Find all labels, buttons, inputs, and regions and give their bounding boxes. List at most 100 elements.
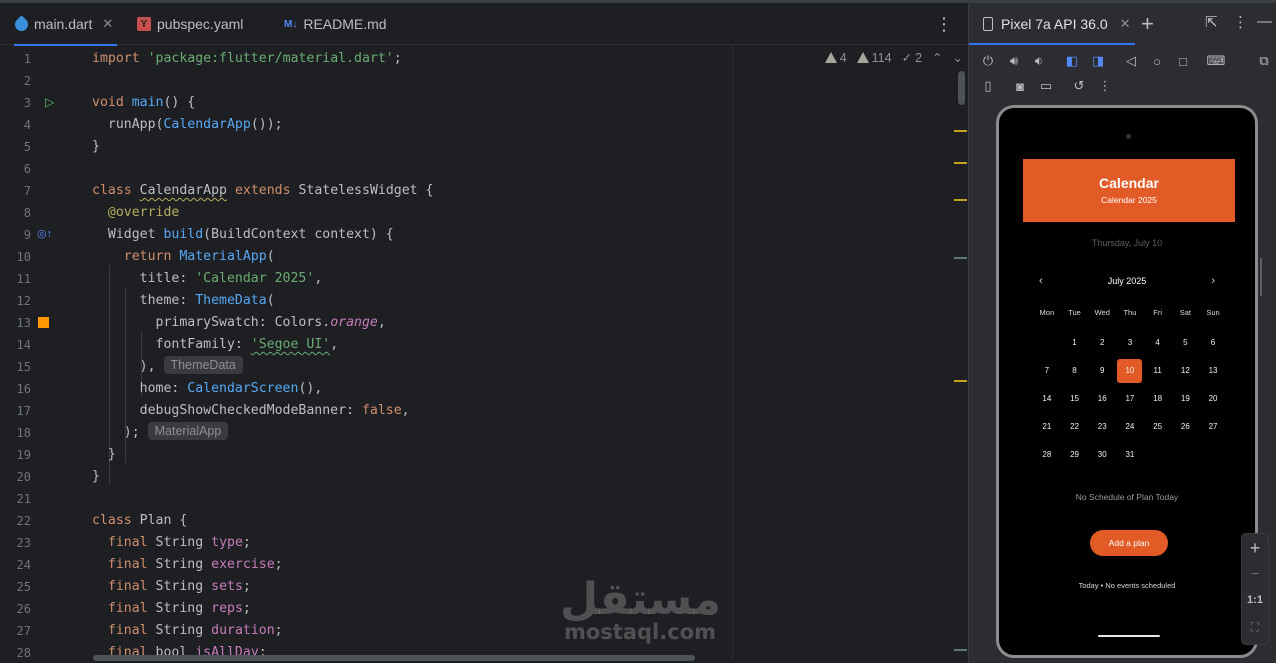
- calendar-day[interactable]: 15: [1061, 388, 1089, 410]
- device-screen[interactable]: Calendar Calendar 2025 Thursday, July 10…: [1003, 112, 1251, 651]
- line-gutter[interactable]: 1 2 3 4 5 6 7 8 9 10 11 12 13 14 15 16 17 18 19 20 21 22 23 24 2…: [0, 45, 80, 660]
- line-number[interactable]: 2: [0, 70, 31, 92]
- line-number[interactable]: 3: [0, 92, 31, 114]
- calendar-day[interactable]: 3: [1116, 332, 1144, 354]
- keyboard-icon[interactable]: ⌨: [1207, 52, 1226, 70]
- minimize-icon[interactable]: —: [1257, 13, 1272, 30]
- code-area[interactable]: import 'package:flutter/material.dart'; …: [80, 45, 730, 659]
- line-number[interactable]: 28: [0, 642, 31, 663]
- calendar-day[interactable]: 8: [1061, 360, 1089, 382]
- add-device-icon[interactable]: +: [1141, 11, 1154, 37]
- next-highlight-icon[interactable]: ⌄: [953, 50, 963, 65]
- calendar-day[interactable]: 23: [1088, 416, 1116, 438]
- volume-down-icon[interactable]: 🔉︎: [1030, 52, 1048, 70]
- vertical-scrollbar[interactable]: [958, 71, 965, 105]
- error-stripe-mark[interactable]: [954, 199, 967, 201]
- tab-pubspec-yaml[interactable]: Y pubspec.yaml: [137, 3, 243, 45]
- calendar-day[interactable]: 26: [1172, 416, 1200, 438]
- line-number[interactable]: 19: [0, 444, 31, 466]
- mirror-icon[interactable]: ⧉: [1255, 52, 1273, 70]
- line-number[interactable]: 15: [0, 356, 31, 378]
- line-number[interactable]: 4: [0, 114, 31, 136]
- overview-icon[interactable]: □: [1174, 52, 1192, 70]
- typos-count[interactable]: ✓ 2: [902, 50, 922, 66]
- tab-pixel-7a[interactable]: Pixel 7a API 36.0 ✕: [969, 3, 1135, 45]
- screenshot-icon[interactable]: ◙: [1011, 77, 1029, 95]
- line-number[interactable]: 24: [0, 554, 31, 576]
- line-number[interactable]: 17: [0, 400, 31, 422]
- error-stripe-mark[interactable]: [954, 130, 967, 132]
- calendar-day[interactable]: 17: [1116, 388, 1144, 410]
- horizontal-scrollbar[interactable]: [93, 655, 695, 661]
- calendar-day[interactable]: 9: [1088, 360, 1116, 382]
- calendar-day[interactable]: 31: [1116, 444, 1144, 466]
- calendar-day[interactable]: 5: [1172, 332, 1200, 354]
- close-icon[interactable]: ✕: [1120, 16, 1131, 32]
- calendar-day[interactable]: 6: [1199, 332, 1227, 354]
- line-number[interactable]: 9: [0, 224, 31, 246]
- line-number[interactable]: 16: [0, 378, 31, 400]
- screen-record-icon[interactable]: ▭: [1037, 77, 1055, 95]
- more-icon[interactable]: ⋮: [1096, 77, 1114, 95]
- line-number[interactable]: 21: [0, 488, 31, 510]
- calendar-day[interactable]: 4: [1144, 332, 1172, 354]
- line-number[interactable]: 18: [0, 422, 31, 444]
- calendar-day[interactable]: 16: [1088, 388, 1116, 410]
- calendar-day[interactable]: 1: [1061, 332, 1089, 354]
- more-options-icon[interactable]: ⋮: [1233, 13, 1248, 31]
- error-stripe-mark[interactable]: [954, 162, 967, 164]
- override-icon[interactable]: ◎↑: [37, 227, 52, 240]
- line-number[interactable]: 20: [0, 466, 31, 488]
- device-settings-icon[interactable]: ▯: [979, 77, 997, 95]
- calendar-day[interactable]: 27: [1199, 416, 1227, 438]
- power-icon[interactable]: ⏻: [979, 52, 997, 70]
- error-stripe-mark[interactable]: [954, 380, 967, 382]
- back-icon[interactable]: ◁: [1122, 52, 1140, 70]
- more-tabs-icon[interactable]: ⋮: [935, 14, 953, 35]
- error-stripe-mark[interactable]: [954, 257, 967, 259]
- previous-highlight-icon[interactable]: ⌃: [932, 50, 942, 65]
- next-month-button[interactable]: ›: [1211, 275, 1215, 287]
- calendar-day[interactable]: 18: [1144, 388, 1172, 410]
- line-number[interactable]: 23: [0, 532, 31, 554]
- code-editor[interactable]: main.dart ✕ Y pubspec.yaml M↓ README.md …: [0, 3, 967, 663]
- calendar-day[interactable]: 13: [1199, 360, 1227, 382]
- line-number[interactable]: 8: [0, 202, 31, 224]
- tab-main-dart[interactable]: main.dart ✕: [11, 3, 118, 46]
- color-swatch-icon[interactable]: [38, 317, 49, 328]
- line-number[interactable]: 14: [0, 334, 31, 356]
- open-external-icon[interactable]: ⇱: [1205, 13, 1218, 31]
- line-number[interactable]: 1: [0, 48, 31, 70]
- volume-up-icon[interactable]: 🔊︎: [1005, 52, 1023, 70]
- rotate-right-icon[interactable]: ◨: [1089, 52, 1107, 70]
- calendar-day[interactable]: 11: [1144, 360, 1172, 382]
- calendar-day[interactable]: 30: [1088, 444, 1116, 466]
- line-number[interactable]: 27: [0, 620, 31, 642]
- line-number[interactable]: 12: [0, 290, 31, 312]
- warnings-count[interactable]: 4: [824, 51, 847, 65]
- calendar-day[interactable]: 7: [1033, 360, 1061, 382]
- calendar-day[interactable]: 25: [1144, 416, 1172, 438]
- inspection-widget[interactable]: 4 114 ✓ 2 ⌃ ⌄: [824, 50, 963, 66]
- zoom-in-button[interactable]: +: [1242, 538, 1268, 559]
- calendar-day[interactable]: 2: [1088, 332, 1116, 354]
- calendar-day[interactable]: 12: [1172, 360, 1200, 382]
- run-icon[interactable]: ▷: [45, 95, 54, 109]
- zoom-fit-icon[interactable]: ⛶: [1242, 620, 1268, 635]
- tab-readme-md[interactable]: M↓ README.md: [284, 3, 387, 45]
- add-plan-button[interactable]: Add a plan: [1090, 530, 1168, 556]
- line-number[interactable]: 26: [0, 598, 31, 620]
- snapshot-restore-icon[interactable]: ↺: [1070, 77, 1088, 95]
- calendar-day[interactable]: 21: [1033, 416, 1061, 438]
- calendar-day[interactable]: 20: [1199, 388, 1227, 410]
- gesture-bar[interactable]: [1098, 635, 1160, 637]
- line-number[interactable]: 11: [0, 268, 31, 290]
- line-number[interactable]: 6: [0, 158, 31, 180]
- rotate-left-icon[interactable]: ◧: [1063, 52, 1081, 70]
- zoom-actual-size-button[interactable]: 1:1: [1242, 594, 1268, 606]
- calendar-day[interactable]: 24: [1116, 416, 1144, 438]
- line-number[interactable]: 22: [0, 510, 31, 532]
- calendar-day[interactable]: 28: [1033, 444, 1061, 466]
- calendar-day-selected[interactable]: 10: [1117, 359, 1143, 383]
- line-number[interactable]: 25: [0, 576, 31, 598]
